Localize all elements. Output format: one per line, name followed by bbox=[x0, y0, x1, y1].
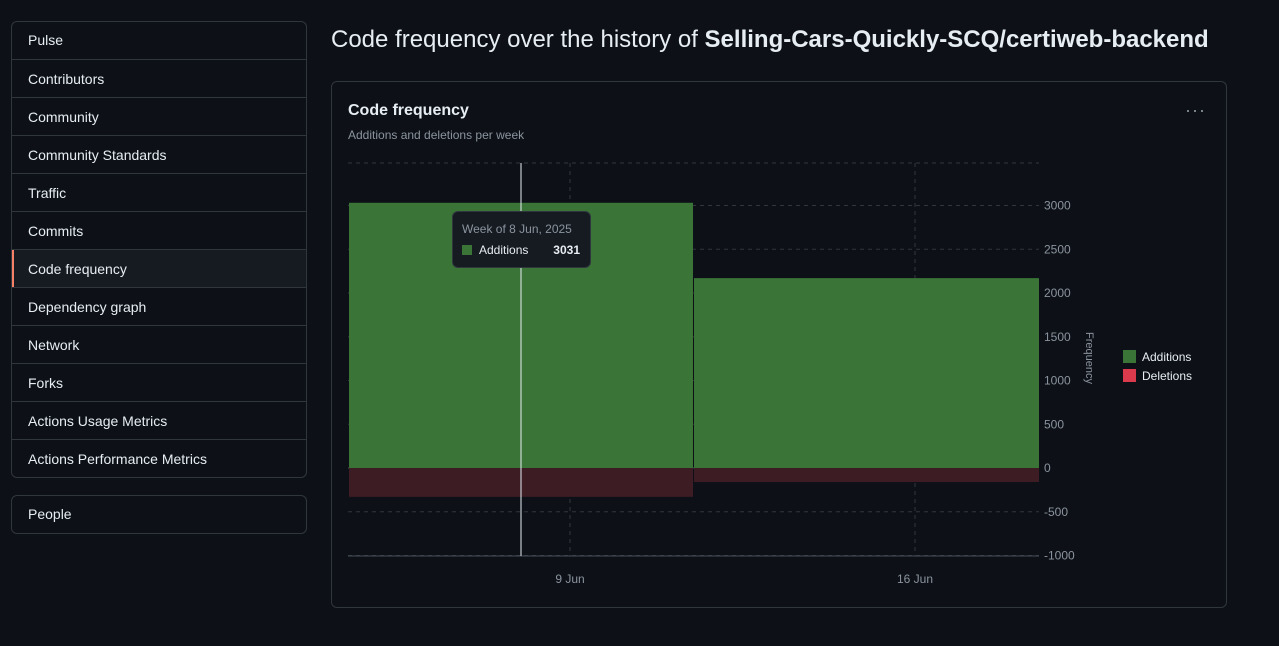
chart-legend: Additions Deletions bbox=[1123, 347, 1192, 385]
legend-item-deletions[interactable]: Deletions bbox=[1123, 366, 1192, 385]
y-axis-title: Frequency bbox=[1083, 332, 1095, 384]
tooltip-value: 3031 bbox=[553, 243, 580, 257]
tooltip-swatch bbox=[462, 245, 472, 255]
legend-swatch-deletions bbox=[1123, 369, 1136, 382]
legend-label-deletions: Deletions bbox=[1142, 368, 1193, 383]
y-tick-label: 3000 bbox=[1044, 199, 1071, 213]
tooltip-series-name: Additions bbox=[479, 243, 529, 257]
y-tick-label: 0 bbox=[1044, 461, 1051, 475]
code-frequency-chart: 3000 2500 2000 1500 1000 500 0 -500 -1000 9 Jun 16… bbox=[348, 162, 1095, 586]
legend-swatch-additions bbox=[1123, 350, 1136, 363]
y-tick-label: 1500 bbox=[1044, 330, 1071, 344]
x-tick-label: 9 Jun bbox=[555, 572, 584, 586]
bar-deletions bbox=[694, 468, 1039, 482]
bar-additions bbox=[694, 278, 1039, 468]
y-tick-label: -1000 bbox=[1044, 549, 1075, 563]
y-tick-label: 1000 bbox=[1044, 374, 1071, 388]
chart-tooltip: Week of 8 Jun, 2025 Additions 3031 bbox=[452, 211, 591, 268]
x-tick-label: 16 Jun bbox=[897, 572, 933, 586]
y-tick-label: 2500 bbox=[1044, 242, 1071, 256]
y-tick-label: -500 bbox=[1044, 505, 1068, 519]
legend-label-additions: Additions bbox=[1142, 349, 1192, 364]
y-tick-label: 500 bbox=[1044, 417, 1064, 431]
y-tick-label: 2000 bbox=[1044, 286, 1071, 300]
tooltip-title: Week of 8 Jun, 2025 bbox=[462, 222, 572, 236]
tooltip-row: Additions 3031 bbox=[462, 243, 580, 257]
legend-item-additions[interactable]: Additions bbox=[1123, 347, 1192, 366]
